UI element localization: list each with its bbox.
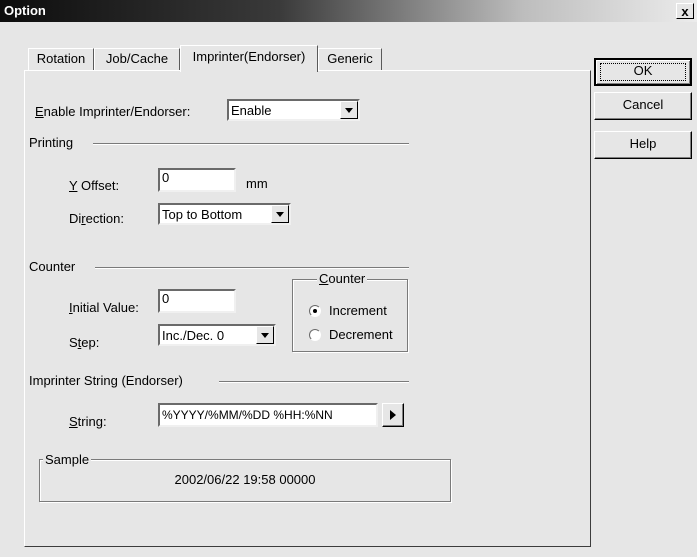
counter-divider bbox=[95, 267, 409, 269]
window-title: Option bbox=[4, 3, 46, 18]
insert-format-button[interactable] bbox=[382, 403, 404, 427]
printing-divider bbox=[93, 143, 409, 145]
cancel-button-label: Cancel bbox=[622, 97, 664, 112]
sample-value: 2002/06/22 19:58 00000 bbox=[174, 472, 316, 487]
dropdown-button[interactable] bbox=[256, 326, 274, 344]
tab-label: Rotation bbox=[36, 51, 86, 66]
step-select[interactable]: Inc./Dec. 0 bbox=[158, 324, 276, 346]
option-dialog: Option x Rotation Job/Cache Imprinter(En… bbox=[0, 0, 697, 557]
direction-label: Direction: bbox=[69, 211, 124, 226]
ok-button[interactable]: OK bbox=[594, 58, 692, 86]
enable-imprinter-select[interactable]: Enable bbox=[227, 99, 360, 121]
tab-panel: Enable Imprinter/Endorser: Enable Printi… bbox=[24, 70, 591, 547]
chevron-down-icon bbox=[261, 333, 269, 338]
tab-label: Generic bbox=[327, 51, 373, 66]
y-offset-label: Y Offset: bbox=[69, 178, 120, 193]
counter-group-title: Counter bbox=[317, 271, 368, 286]
decrement-label: Decrement bbox=[329, 327, 393, 342]
direction-select[interactable]: Top to Bottom bbox=[158, 203, 291, 225]
initial-value-input[interactable]: 0 bbox=[158, 289, 236, 313]
step-value: Inc./Dec. 0 bbox=[162, 328, 225, 343]
focus-indicator bbox=[600, 63, 686, 81]
help-button-label: Help bbox=[629, 136, 657, 151]
enable-imprinter-value: Enable bbox=[231, 103, 272, 118]
tab-imprinter-endorser[interactable]: Imprinter(Endorser) bbox=[180, 45, 318, 72]
enable-imprinter-label: Enable Imprinter/Endorser: bbox=[35, 104, 191, 119]
close-icon: x bbox=[681, 4, 689, 19]
imprinter-string-section-title: Imprinter String (Endorser) bbox=[29, 373, 183, 388]
tab-job-cache[interactable]: Job/Cache bbox=[94, 48, 180, 70]
imprinter-string-input[interactable]: %YYYY/%MM/%DD %HH:%NN bbox=[158, 403, 378, 427]
decrement-radio[interactable] bbox=[309, 329, 321, 341]
help-button[interactable]: Help bbox=[594, 131, 692, 159]
chevron-down-icon bbox=[276, 212, 284, 217]
title-bar[interactable]: Option x bbox=[0, 0, 697, 22]
y-offset-input[interactable]: 0 bbox=[158, 168, 236, 192]
increment-radio[interactable] bbox=[309, 305, 321, 317]
counter-section-title: Counter bbox=[29, 259, 76, 274]
printing-section-title: Printing bbox=[29, 135, 74, 150]
chevron-right-icon bbox=[390, 410, 396, 420]
chevron-down-icon bbox=[345, 108, 353, 113]
dropdown-button[interactable] bbox=[271, 205, 289, 223]
tab-label: Imprinter(Endorser) bbox=[192, 49, 306, 64]
sample-group-title: Sample bbox=[43, 452, 92, 467]
cancel-button[interactable]: Cancel bbox=[594, 92, 692, 120]
tab-generic[interactable]: Generic bbox=[318, 48, 382, 70]
increment-label: Increment bbox=[329, 303, 387, 318]
tab-rotation[interactable]: Rotation bbox=[28, 48, 94, 70]
string-label: String: bbox=[69, 414, 107, 429]
y-offset-unit: mm bbox=[246, 176, 268, 191]
tab-label: Job/Cache bbox=[105, 51, 169, 66]
close-button[interactable]: x bbox=[676, 3, 694, 19]
initial-value-label: Initial Value: bbox=[69, 300, 139, 315]
direction-value: Top to Bottom bbox=[162, 207, 243, 222]
dropdown-button[interactable] bbox=[340, 101, 358, 119]
step-label: Step: bbox=[69, 335, 100, 350]
imprinter-string-divider bbox=[219, 381, 409, 383]
radio-dot-icon bbox=[313, 309, 317, 313]
